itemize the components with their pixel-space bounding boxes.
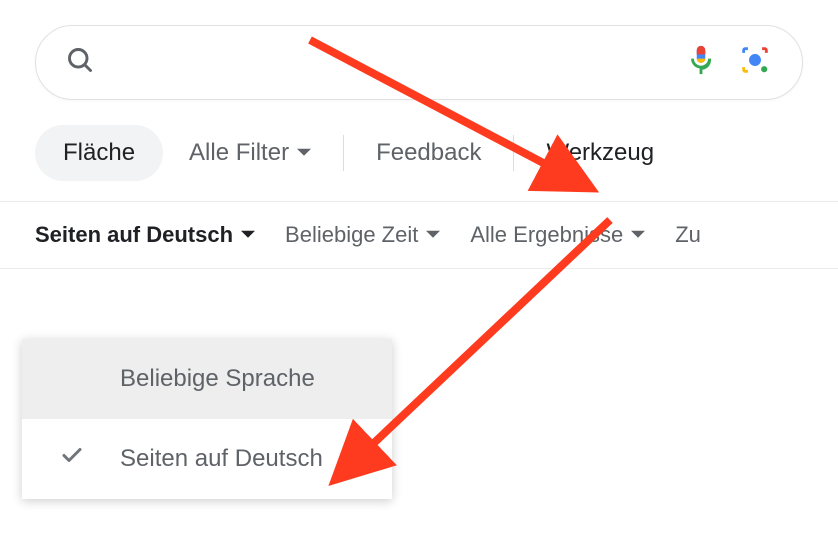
chevron-down-icon — [297, 139, 311, 167]
search-icon — [66, 46, 94, 79]
language-filter-label: Seiten auf Deutsch — [35, 222, 233, 248]
all-filters-button[interactable]: Alle Filter — [171, 125, 329, 181]
reset-filter-label: Zu — [675, 222, 701, 248]
microphone-icon[interactable] — [684, 43, 718, 82]
dropdown-item-german[interactable]: Seiten auf Deutsch — [22, 419, 392, 499]
time-filter[interactable]: Beliebige Zeit — [285, 222, 440, 248]
language-filter[interactable]: Seiten auf Deutsch — [35, 222, 255, 248]
filter-pill-area[interactable]: Fläche — [35, 125, 163, 181]
results-filter[interactable]: Alle Ergebnisse — [470, 222, 645, 248]
lens-icon[interactable] — [738, 43, 772, 82]
divider — [513, 135, 514, 171]
tools-row: Seiten auf Deutsch Beliebige Zeit Alle E… — [0, 202, 838, 269]
chevron-down-icon — [241, 222, 255, 248]
all-filters-label: Alle Filter — [189, 139, 289, 167]
reset-filter[interactable]: Zu — [675, 222, 701, 248]
check-icon — [60, 444, 84, 475]
feedback-button[interactable]: Feedback — [358, 125, 499, 181]
dropdown-item-any-language[interactable]: Beliebige Sprache — [22, 339, 392, 419]
filters-row: Fläche Alle Filter Feedback Werkzeug — [0, 100, 838, 201]
tools-button[interactable]: Werkzeug — [528, 125, 672, 181]
search-input[interactable] — [94, 50, 664, 76]
results-filter-label: Alle Ergebnisse — [470, 222, 623, 248]
search-bar[interactable] — [35, 25, 803, 100]
dropdown-item-german-label: Seiten auf Deutsch — [120, 445, 323, 472]
language-dropdown: Beliebige Sprache Seiten auf Deutsch — [22, 339, 392, 499]
chevron-down-icon — [631, 222, 645, 248]
chevron-down-icon — [426, 222, 440, 248]
divider — [343, 135, 344, 171]
time-filter-label: Beliebige Zeit — [285, 222, 418, 248]
